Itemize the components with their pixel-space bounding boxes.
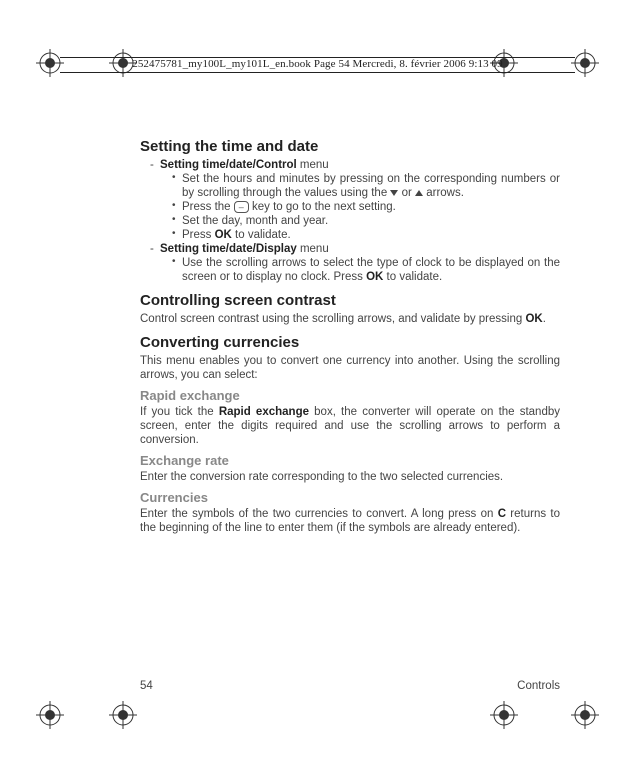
heading-setting-time-date: Setting the time and date	[140, 138, 560, 155]
text: .	[543, 313, 546, 325]
crop-mark-icon	[571, 49, 599, 77]
heading-converting-currencies: Converting currencies	[140, 334, 560, 351]
menu-word: menu	[297, 243, 329, 255]
list-item: Set the hours and minutes by pressing on…	[172, 172, 560, 200]
menu-2-bullets: Use the scrolling arrows to select the t…	[160, 256, 560, 284]
menu-2-title-row: Setting time/date/Display menu Use the s…	[150, 242, 560, 284]
paragraph: Enter the symbols of the two currencies …	[140, 507, 560, 535]
paragraph: Control screen contrast using the scroll…	[140, 312, 560, 326]
menu-1-bullets: Set the hours and minutes by pressing on…	[160, 172, 560, 242]
ok-label: OK	[215, 229, 232, 241]
subheading-rapid-exchange: Rapid exchange	[140, 388, 560, 403]
paragraph: This menu enables you to convert one cur…	[140, 354, 560, 382]
list-item: Press the – key to go to the next settin…	[172, 200, 560, 214]
heading-controlling-contrast: Controlling screen contrast	[140, 292, 560, 309]
text: to validate.	[232, 229, 291, 241]
crop-mark-icon	[36, 701, 64, 729]
up-arrow-icon	[415, 190, 423, 196]
text: Press	[182, 229, 215, 241]
text: arrows.	[423, 187, 464, 199]
c-key-label: C	[498, 508, 506, 520]
text: or	[398, 187, 415, 199]
text: Press the	[182, 201, 234, 213]
ok-label: OK	[525, 313, 542, 325]
text: to validate.	[383, 271, 442, 283]
crop-mark-icon	[571, 701, 599, 729]
subheading-exchange-rate: Exchange rate	[140, 453, 560, 468]
text: If you tick the	[140, 406, 219, 418]
list-item: Set the day, month and year.	[172, 214, 560, 228]
list-item: Use the scrolling arrows to select the t…	[172, 256, 560, 284]
paragraph: If you tick the Rapid exchange box, the …	[140, 405, 560, 447]
rapid-exchange-label: Rapid exchange	[219, 406, 309, 418]
menu-word: menu	[297, 159, 329, 171]
document-header: 252475781_my100L_my101L_en.book Page 54 …	[60, 57, 575, 73]
subheading-currencies: Currencies	[140, 490, 560, 505]
softkey-icon: –	[234, 201, 249, 213]
text: Control screen contrast using the scroll…	[140, 313, 525, 325]
page-number: 54	[140, 680, 153, 692]
text: Set the hours and minutes by pressing on…	[182, 173, 560, 199]
list-item: Press OK to validate.	[172, 228, 560, 242]
ok-label: OK	[366, 271, 383, 283]
page-content: Setting the time and date Setting time/d…	[140, 130, 560, 537]
crop-mark-icon	[109, 701, 137, 729]
menu-1-title-row: Setting time/date/Control menu Set the h…	[150, 158, 560, 242]
menu-1-title: Setting time/date/Control	[160, 159, 297, 171]
crop-mark-icon	[490, 701, 518, 729]
paragraph: Enter the conversion rate corresponding …	[140, 470, 560, 484]
text: Enter the symbols of the two currencies …	[140, 508, 498, 520]
text: key to go to the next setting.	[249, 201, 396, 213]
page-footer: 54 Controls	[140, 680, 560, 692]
menu-1-list: Setting time/date/Control menu Set the h…	[140, 158, 560, 284]
section-name: Controls	[517, 680, 560, 692]
menu-2-title: Setting time/date/Display	[160, 243, 297, 255]
